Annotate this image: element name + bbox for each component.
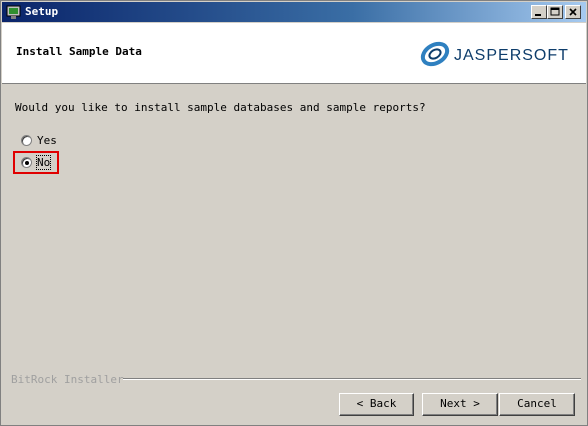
cancel-button[interactable]: Cancel [499,393,575,416]
minimize-icon [535,14,541,16]
radio-button-yes[interactable] [21,135,32,146]
close-button[interactable] [565,5,581,19]
installer-brand: BitRock Installer [11,373,124,386]
minimize-button[interactable] [531,5,547,19]
jaspersoft-logo: JASPERSOFT [418,33,578,73]
wizard-header: Install Sample Data JASPERSOFT [2,23,586,84]
radio-yes-label[interactable]: Yes [37,134,57,147]
install-question: Would you like to install sample databas… [15,101,426,114]
footer-divider [123,378,581,380]
maximize-button[interactable] [547,5,563,19]
title-bar[interactable]: Setup [2,2,586,22]
page-title: Install Sample Data [16,45,142,58]
maximize-icon [550,7,560,16]
jaspersoft-swirl-icon [420,41,450,67]
window-title: Setup [25,5,59,18]
close-icon [569,8,577,16]
selection-highlight [13,151,59,174]
setup-app-icon [6,4,22,20]
setup-window: Setup Install Sample Data JASPERSOFT Wou… [0,0,588,426]
next-button[interactable]: Next > [422,393,498,416]
logo-wordmark: JASPERSOFT [454,47,569,64]
back-button[interactable]: < Back [339,393,414,416]
